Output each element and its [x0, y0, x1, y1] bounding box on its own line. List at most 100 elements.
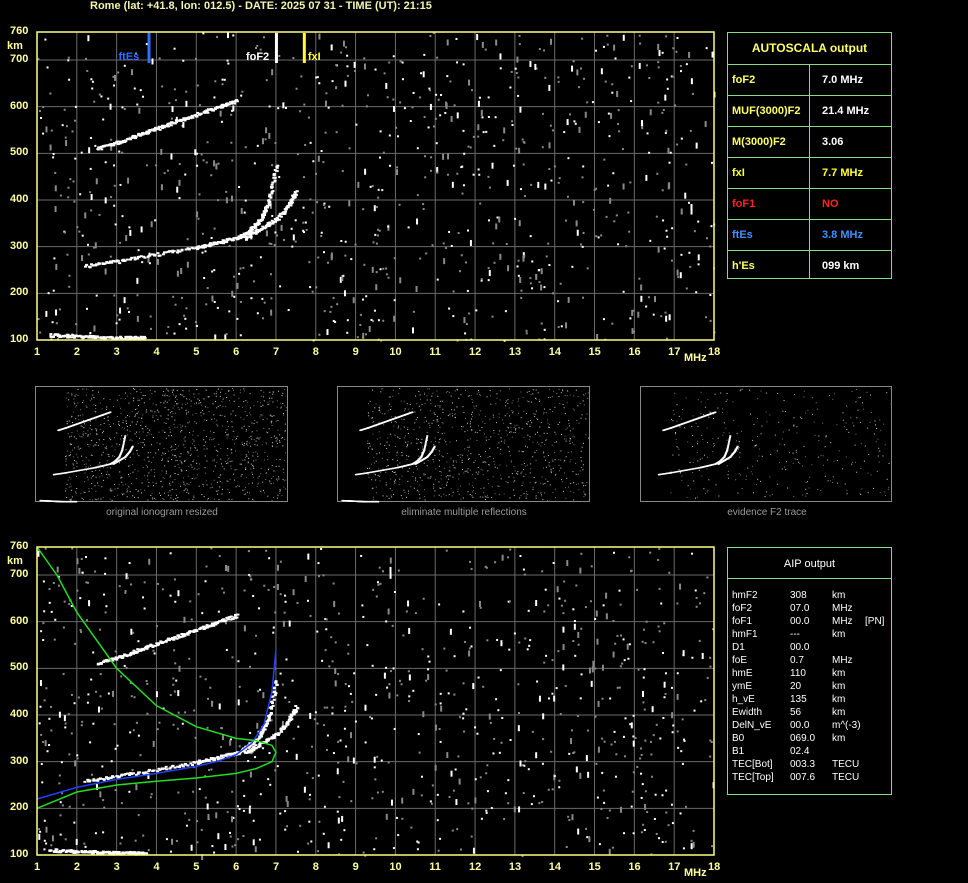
noise-speck	[583, 77, 586, 80]
noise-speck	[429, 89, 432, 92]
noise-speck	[679, 583, 682, 590]
noise-speck	[105, 605, 108, 608]
noise-speck	[188, 818, 191, 821]
noise-speck	[99, 695, 102, 698]
noise-speck	[75, 323, 78, 326]
noise-speck	[612, 651, 615, 658]
noise-speck	[91, 80, 94, 83]
noise-speck	[573, 199, 576, 206]
noise-speck	[66, 253, 69, 256]
noise-speck	[230, 113, 233, 116]
trace-point	[196, 111, 200, 114]
noise-speck	[462, 129, 465, 132]
noise-speck	[295, 753, 298, 760]
noise-speck	[503, 127, 506, 134]
noise-speck	[67, 186, 70, 189]
noise-speck	[500, 640, 503, 647]
noise-speck	[555, 687, 558, 690]
noise-speck	[666, 87, 669, 90]
noise-speck	[373, 205, 376, 212]
noise-speck	[593, 188, 596, 191]
noise-speck	[148, 252, 151, 255]
noise-speck	[710, 225, 713, 228]
noise-speck	[128, 226, 131, 229]
noise-speck	[388, 692, 391, 699]
noise-speck	[697, 220, 700, 223]
noise-speck	[160, 184, 163, 191]
noise-speck	[104, 572, 107, 575]
noise-speck	[324, 649, 327, 652]
noise-speck	[206, 803, 209, 810]
trace-point	[235, 100, 239, 103]
noise-speck	[617, 243, 620, 246]
noise-speck	[151, 58, 154, 65]
noise-speck	[436, 171, 439, 174]
noise-speck	[330, 252, 333, 259]
noise-speck	[695, 142, 698, 149]
noise-speck	[478, 96, 481, 99]
noise-speck	[518, 220, 521, 227]
trace-point	[276, 164, 280, 167]
noise-speck	[524, 637, 527, 640]
noise-speck	[205, 161, 208, 164]
noise-speck	[192, 790, 195, 793]
noise-speck	[393, 299, 396, 302]
noise-speck	[143, 607, 146, 610]
noise-speck	[401, 78, 404, 81]
noise-speck	[77, 696, 80, 699]
noise-speck	[137, 640, 140, 643]
noise-speck	[451, 829, 454, 832]
noise-speck	[388, 134, 391, 137]
trace-point	[83, 265, 87, 268]
noise-speck	[452, 789, 455, 792]
noise-speck	[664, 311, 667, 314]
trace-point	[158, 254, 162, 257]
noise-speck	[547, 788, 550, 791]
noise-speck	[261, 747, 264, 750]
noise-speck	[442, 153, 445, 160]
noise-speck	[254, 652, 257, 655]
noise-speck	[268, 752, 271, 755]
noise-speck	[596, 333, 599, 340]
noise-speck	[227, 62, 230, 65]
noise-speck	[210, 174, 213, 177]
noise-speck	[493, 261, 496, 264]
noise-speck	[622, 735, 625, 738]
noise-speck	[630, 100, 633, 103]
noise-speck	[455, 37, 458, 40]
trace-point	[267, 203, 271, 206]
noise-speck	[596, 638, 599, 645]
noise-speck	[331, 660, 334, 663]
noise-speck	[114, 650, 117, 653]
noise-speck	[399, 679, 402, 682]
noise-speck	[562, 612, 565, 615]
noise-speck	[326, 734, 329, 737]
trace-point	[147, 254, 151, 257]
noise-speck	[150, 793, 153, 796]
noise-speck	[434, 117, 437, 120]
noise-speck	[65, 140, 68, 147]
noise-speck	[572, 608, 575, 611]
noise-speck	[683, 739, 686, 742]
noise-speck	[596, 796, 599, 799]
trace-point	[270, 185, 274, 188]
noise-speck	[334, 668, 337, 675]
noise-speck	[311, 777, 314, 780]
noise-speck	[645, 305, 648, 308]
noise-speck	[314, 172, 317, 175]
noise-speck	[541, 801, 544, 804]
trace-point	[293, 196, 297, 199]
noise-speck	[387, 225, 390, 228]
noise-speck	[509, 548, 512, 551]
noise-speck	[272, 626, 275, 629]
noise-speck	[316, 630, 319, 633]
noise-speck	[664, 692, 667, 695]
noise-speck	[322, 251, 325, 254]
noise-speck	[551, 129, 554, 132]
noise-speck	[183, 314, 186, 317]
trace-point	[145, 852, 149, 855]
noise-speck	[188, 657, 191, 660]
noise-speck	[517, 274, 520, 277]
noise-speck	[496, 639, 499, 642]
noise-speck	[557, 80, 560, 83]
